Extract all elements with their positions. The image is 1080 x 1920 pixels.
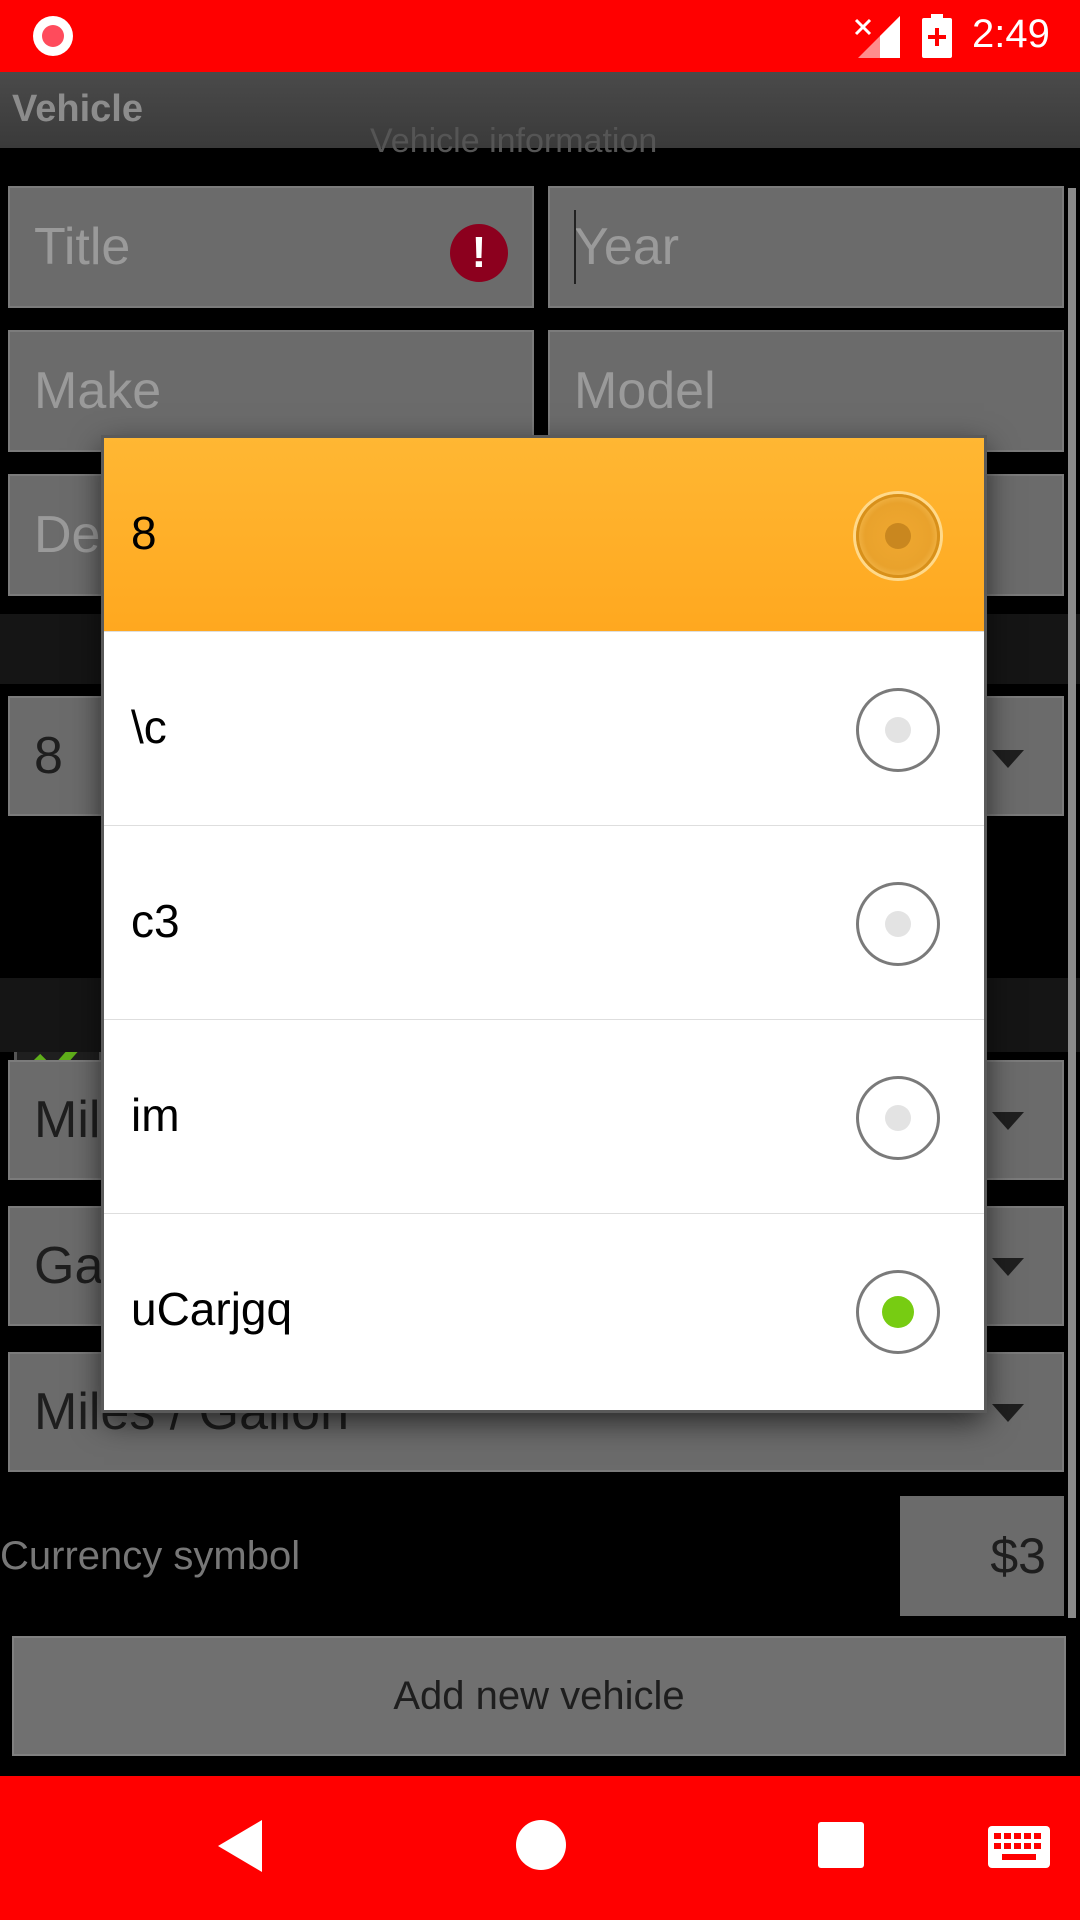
- add-vehicle-button[interactable]: Add new vehicle: [12, 1636, 1066, 1756]
- currency-label: Currency symbol: [0, 1534, 301, 1578]
- add-vehicle-label: Add new vehicle: [393, 1673, 685, 1718]
- vehicle-select-dialog: 8 \c c3 im uCarjgq: [104, 438, 984, 1410]
- make-placeholder: Make: [34, 362, 162, 420]
- chevron-down-icon: [992, 750, 1024, 768]
- dialog-option[interactable]: \c: [104, 632, 984, 826]
- radio-button[interactable]: [856, 1076, 940, 1160]
- chevron-down-icon: [992, 1258, 1024, 1276]
- option-label: 8: [131, 507, 157, 559]
- radio-button[interactable]: [856, 688, 940, 772]
- model-placeholder: Model: [574, 362, 716, 420]
- clock: 2:49: [972, 12, 1050, 56]
- dialog-option[interactable]: uCarjgq: [104, 1214, 984, 1408]
- chevron-down-icon: [992, 1404, 1024, 1422]
- scrollbar[interactable]: [1068, 188, 1076, 1618]
- currency-field[interactable]: $3: [900, 1496, 1064, 1616]
- chevron-down-icon: [992, 1112, 1024, 1130]
- option-label: \c: [131, 701, 167, 753]
- no-signal-icon: [854, 16, 900, 58]
- year-field[interactable]: Year: [548, 186, 1064, 308]
- dialog-option[interactable]: 8: [104, 438, 984, 632]
- make-field[interactable]: Make: [8, 330, 534, 452]
- radio-button-checked[interactable]: [856, 1270, 940, 1354]
- title-field[interactable]: Title !: [8, 186, 534, 308]
- year-placeholder: Year: [574, 218, 680, 276]
- home-icon[interactable]: [516, 1820, 566, 1870]
- text-cursor: [574, 210, 576, 284]
- option-label: im: [131, 1089, 180, 1141]
- model-field[interactable]: Model: [548, 330, 1064, 452]
- dialog-option[interactable]: im: [104, 1020, 984, 1214]
- navigation-bar: [0, 1776, 1080, 1920]
- vehicle-type-value: 8: [34, 727, 63, 785]
- screen-title: Vehicle: [12, 88, 143, 130]
- recents-icon[interactable]: [818, 1822, 864, 1868]
- distance-unit-value: Mil: [34, 1091, 101, 1149]
- section-header: Vehicle information: [370, 122, 658, 160]
- radio-button[interactable]: [856, 494, 940, 578]
- dialog-option[interactable]: c3: [104, 826, 984, 1020]
- volume-unit-value: Gal: [34, 1237, 115, 1295]
- title-placeholder: Title: [34, 218, 131, 276]
- battery-charging-icon: [922, 14, 952, 58]
- record-icon: [33, 16, 73, 56]
- currency-value: $3: [990, 1528, 1046, 1584]
- back-icon[interactable]: [218, 1820, 262, 1872]
- error-icon: !: [450, 224, 508, 282]
- radio-button[interactable]: [856, 882, 940, 966]
- option-label: c3: [131, 895, 180, 947]
- option-label: uCarjgq: [131, 1283, 293, 1335]
- status-bar: 2:49: [0, 0, 1080, 72]
- keyboard-icon[interactable]: [988, 1826, 1050, 1868]
